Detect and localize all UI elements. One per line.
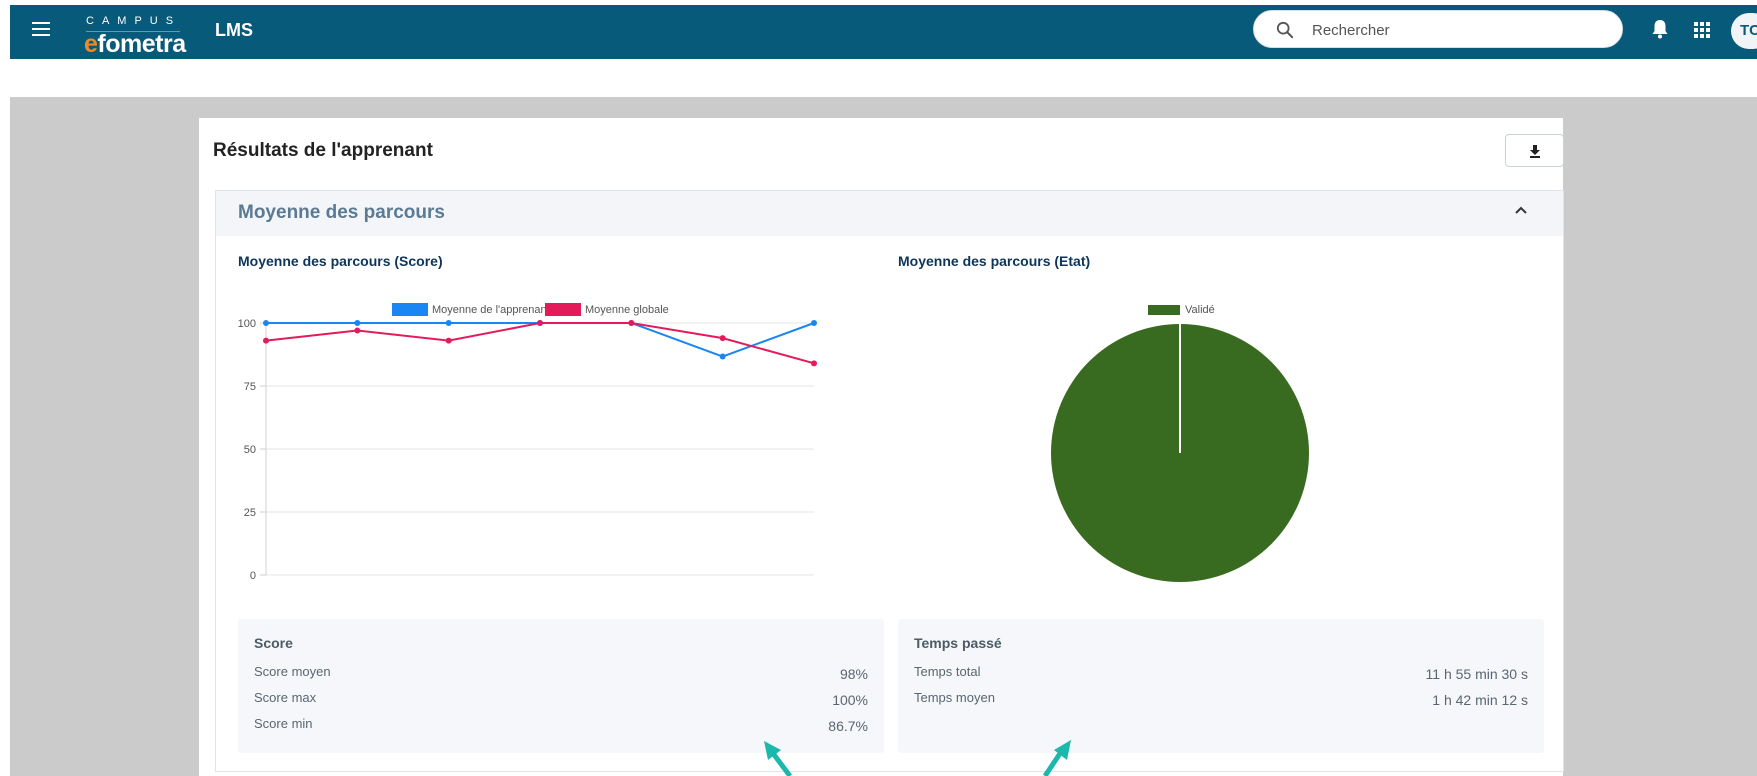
annotation-arrow-right <box>1042 740 1071 776</box>
legend-label: Moyenne de l'apprenant <box>432 304 550 316</box>
score-max-value: 100% <box>832 692 868 708</box>
download-icon <box>1530 145 1540 158</box>
score-line-chart: 100 75 50 25 0 Moyenne de l'apprenant Moyenne … <box>238 303 817 582</box>
legend-swatch <box>392 303 428 316</box>
y-tick-label: 100 <box>238 318 256 330</box>
section-header[interactable]: Moyenne des parcours <box>216 191 1563 236</box>
data-point <box>263 337 269 344</box>
time-stats-heading: Temps passé <box>914 635 1002 651</box>
average-time-label: Temps moyen <box>914 690 995 705</box>
top-navigation-bar: CAMPUS efometra LMS TC <box>10 5 1757 59</box>
annotation-arrow-left <box>764 741 792 776</box>
data-point <box>811 320 817 326</box>
card-title: Résultats de l'apprenant <box>213 140 433 161</box>
score-average-value: 98% <box>839 666 868 682</box>
data-point <box>263 320 269 326</box>
logo-wordmark: efometra <box>84 30 186 59</box>
learner-results-card: Résultats de l'apprenant Moyenne des par… <box>199 118 1564 776</box>
search-icon <box>1276 21 1294 39</box>
user-avatar[interactable]: TC <box>1731 13 1757 49</box>
score-average-label: Score moyen <box>254 664 331 679</box>
score-stats-box: Score Score moyen 98% Score max 100% Sco… <box>238 619 884 753</box>
logo-wordmark-rest: fometra <box>97 30 186 58</box>
total-time-value: 11 h 55 min 30 s <box>1425 666 1528 682</box>
score-min-label: Score min <box>254 716 313 731</box>
y-tick-label: 0 <box>250 570 256 582</box>
search-input[interactable] <box>1312 19 1602 41</box>
courses-average-section: Moyenne des parcours Moyenne des parcour… <box>215 190 1564 772</box>
data-point <box>445 337 452 344</box>
average-time-value: 1 h 42 min 12 s <box>1432 692 1528 708</box>
y-tick-label: 25 <box>244 507 256 519</box>
legend-swatch <box>545 303 581 316</box>
data-point <box>354 327 361 334</box>
data-point <box>719 335 726 342</box>
y-tick-label: 75 <box>244 381 256 393</box>
score-stats-heading: Score <box>254 635 293 651</box>
menu-icon[interactable] <box>32 22 50 36</box>
data-point <box>628 320 635 326</box>
search-bar[interactable] <box>1253 10 1623 48</box>
total-time-label: Temps total <box>914 664 981 679</box>
app-title: LMS <box>215 20 253 40</box>
legend-label: Validé <box>1185 304 1215 316</box>
download-button[interactable] <box>1505 134 1564 167</box>
section-title: Moyenne des parcours <box>238 202 445 223</box>
data-point <box>811 360 817 367</box>
data-point <box>445 320 452 326</box>
logo-e-letter: e <box>84 30 98 58</box>
legend-label: Moyenne globale <box>585 304 669 316</box>
notifications-bell-icon[interactable] <box>1651 19 1669 39</box>
apps-grid-icon[interactable] <box>1694 22 1710 38</box>
score-max-label: Score max <box>254 690 317 705</box>
campus-efometra-logo[interactable]: CAMPUS efometra <box>74 11 186 58</box>
series-line <box>265 322 815 365</box>
state-pie-chart: Validé <box>1051 304 1309 582</box>
data-point <box>537 320 543 326</box>
data-point <box>354 320 361 326</box>
legend-swatch <box>1148 305 1180 315</box>
score-min-value: 86.7% <box>828 718 868 734</box>
logo-campus-text: CAMPUS <box>86 15 182 27</box>
time-stats-box: Temps passé Temps total 11 h 55 min 30 s… <box>898 619 1544 753</box>
data-point <box>719 353 726 360</box>
chevron-up-icon[interactable] <box>1514 205 1528 215</box>
y-tick-label: 50 <box>244 444 256 456</box>
